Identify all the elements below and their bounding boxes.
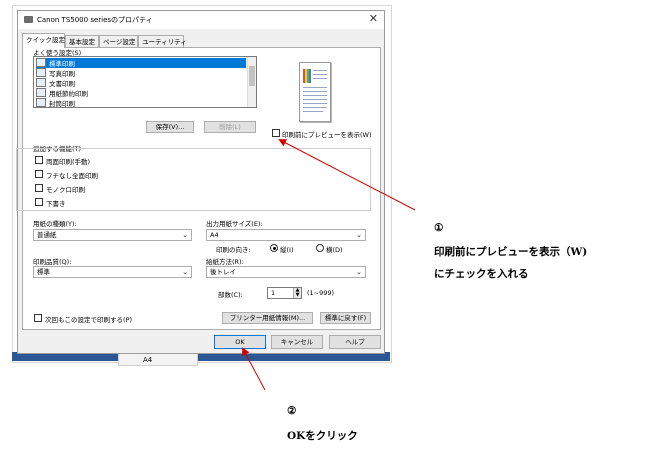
arrow-to-ok-button [242,347,266,391]
step1-number: ① [434,222,444,234]
step2-text: OKをクリック [287,430,358,442]
annotation-arrows [242,139,416,391]
tab-quick-setup[interactable]: クイック設定 [22,33,65,48]
step1-line2: にチェックを入れる [434,268,529,280]
arrow-to-preview-checkbox [278,139,416,211]
step1-line1: 印刷前にプレビューを表示（W) [434,246,588,258]
step2-number: ② [287,405,297,417]
